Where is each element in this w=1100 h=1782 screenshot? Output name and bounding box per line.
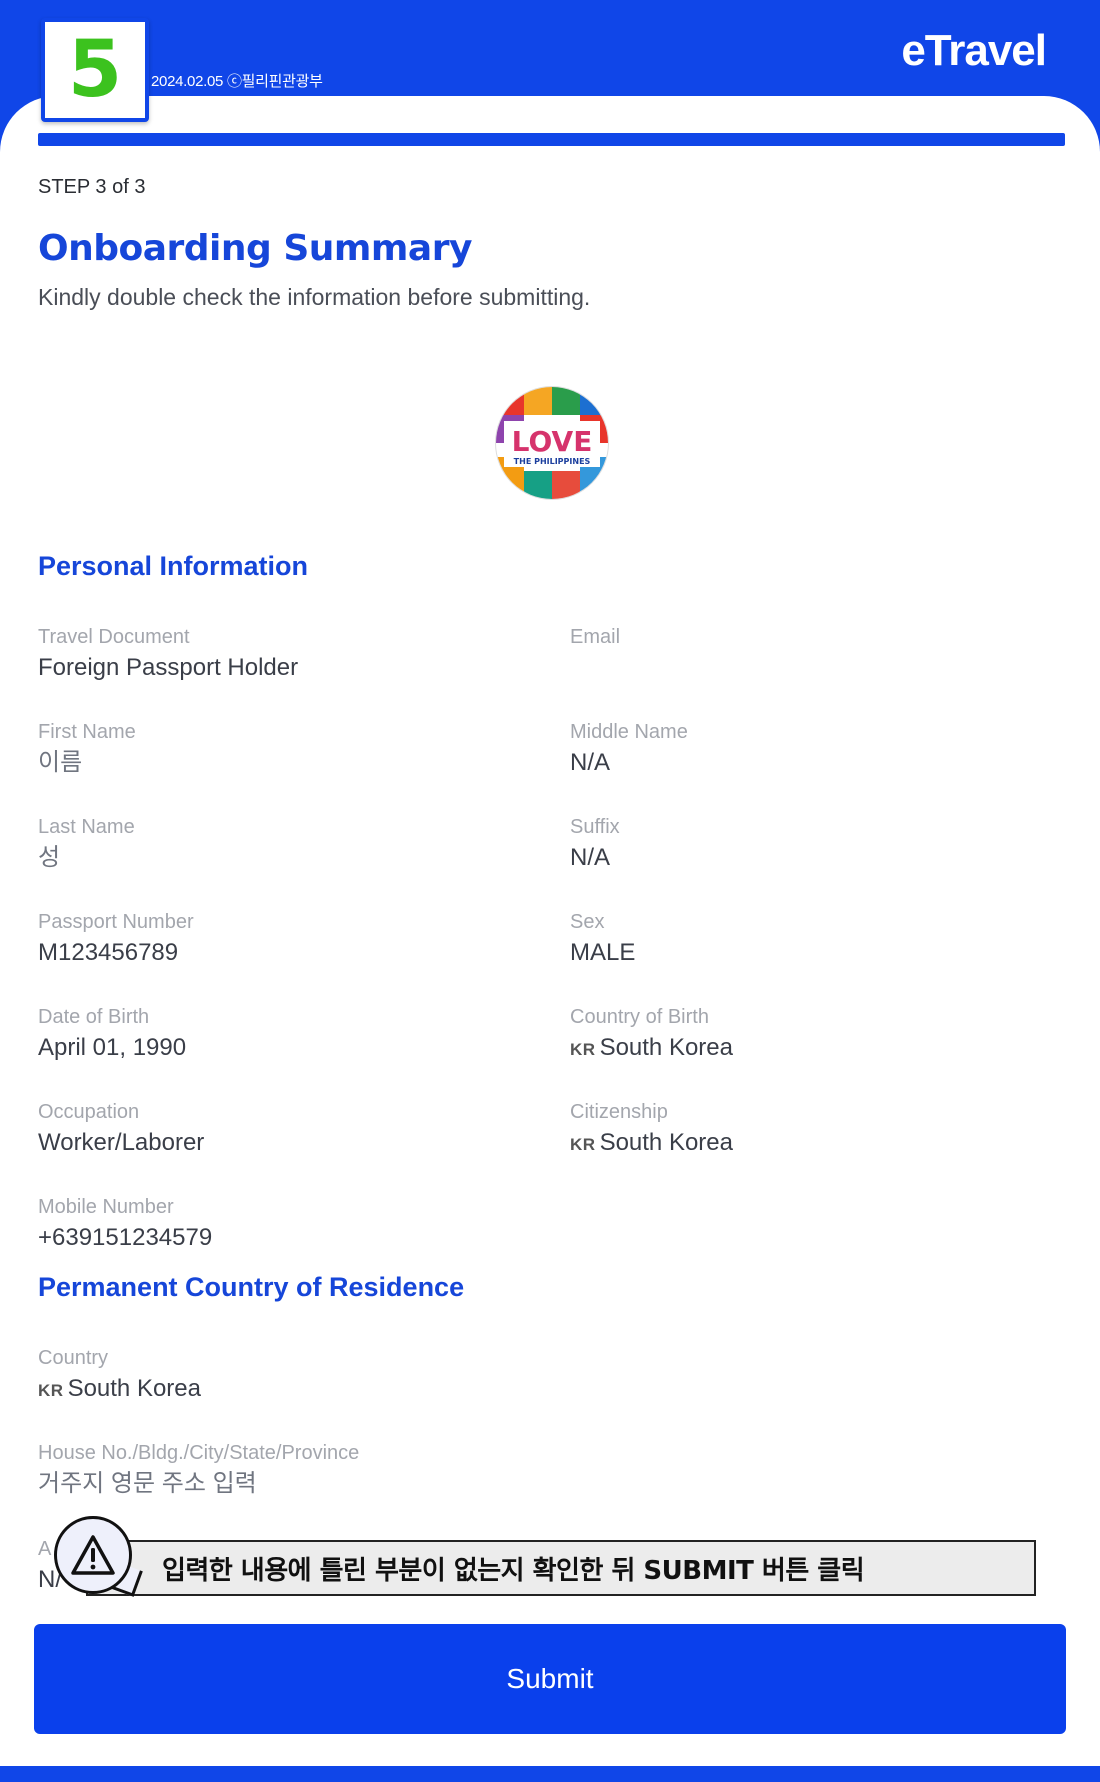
field-label: House No./Bldg./City/State/Province: [38, 1442, 360, 1464]
page-subtitle: Kindly double check the information befo…: [38, 284, 591, 310]
instruction-callout: 입력한 내용에 틀린 부분이 없는지 확인한 뒤 SUBMIT 버튼 클릭: [86, 1540, 1036, 1596]
field-label: Last Name: [38, 816, 135, 838]
field-value: M123456789: [38, 939, 179, 966]
warning-icon: [54, 1516, 132, 1594]
field-travel-document: Travel Document Foreign Passport Holder: [38, 624, 298, 684]
love-the-philippines-logo: LOVE THE PHILIPPINES: [496, 387, 608, 499]
field-value: [570, 652, 620, 684]
logo-love-text: LOVE: [512, 425, 593, 458]
field-label: Email: [570, 626, 621, 648]
field-label: Citizenship: [570, 1101, 668, 1123]
field-value: 이름: [38, 749, 83, 776]
field-label: Country of Birth: [570, 1006, 709, 1028]
submit-button[interactable]: Submit: [34, 1624, 1066, 1734]
field-country-of-birth: Country of Birth KR South Korea: [570, 1004, 733, 1064]
field-label: Mobile Number: [38, 1196, 174, 1218]
field-value: MALE: [570, 939, 636, 966]
field-value-row: KR South Korea: [570, 1032, 733, 1064]
field-value: South Korea: [599, 1034, 733, 1061]
field-label: Suffix: [570, 816, 620, 838]
field-residence-country: Country KR South Korea: [38, 1345, 201, 1405]
section-title-residence: Permanent Country of Residence: [38, 1272, 465, 1302]
field-label: Middle Name: [570, 721, 688, 743]
field-middle-name: Middle Name N/A: [570, 719, 688, 779]
step-number-badge: 5: [41, 18, 149, 122]
field-value: 성: [38, 844, 61, 871]
field-value: +639151234579: [38, 1224, 213, 1251]
instruction-text: 입력한 내용에 틀린 부분이 없는지 확인한 뒤 SUBMIT 버튼 클릭: [162, 1555, 865, 1586]
step-label: STEP 3 of 3: [38, 176, 146, 198]
field-value: South Korea: [67, 1375, 201, 1402]
field-value: N/A: [570, 749, 611, 776]
field-email: Email: [570, 624, 620, 684]
bottom-band: [0, 1768, 1100, 1782]
date-credit: 2024.02.05 ⓒ필리핀관광부: [151, 73, 323, 90]
field-label: First Name: [38, 721, 136, 743]
field-label: Date of Birth: [38, 1006, 150, 1028]
progress-bar: [38, 133, 1065, 146]
field-mobile-number: Mobile Number +639151234579: [38, 1194, 212, 1254]
field-occupation: Occupation Worker/Laborer: [38, 1099, 204, 1159]
field-value-row: KR South Korea: [38, 1373, 201, 1405]
etravel-logo: eTravel: [901, 26, 1047, 75]
field-value: Worker/Laborer: [38, 1129, 205, 1156]
kr-flag-icon: KR: [570, 1135, 596, 1154]
field-suffix: Suffix N/A: [570, 814, 620, 874]
field-label: Sex: [570, 911, 605, 933]
field-value-row: KR South Korea: [570, 1127, 733, 1159]
field-label: Occupation: [38, 1101, 140, 1123]
field-label-partial: A: [38, 1538, 52, 1560]
field-label: Travel Document: [38, 626, 190, 648]
logo-sub-text: THE PHILIPPINES: [514, 457, 591, 466]
field-last-name: Last Name 성: [38, 814, 135, 874]
field-value: N/A: [570, 844, 611, 871]
field-value: April 01, 1990: [38, 1034, 187, 1061]
field-label: Passport Number: [38, 911, 194, 933]
section-title-personal: Personal Information: [38, 551, 309, 581]
field-residence-address: House No./Bldg./City/State/Province 거주지 …: [38, 1440, 359, 1500]
field-sex: Sex MALE: [570, 909, 635, 969]
field-first-name: First Name 이름: [38, 719, 136, 779]
field-label: Country: [38, 1347, 109, 1369]
field-value: South Korea: [599, 1129, 733, 1156]
field-value: Foreign Passport Holder: [38, 654, 299, 681]
kr-flag-icon: KR: [38, 1381, 64, 1400]
kr-flag-icon: KR: [570, 1040, 596, 1059]
page-title: Onboarding Summary: [38, 228, 472, 269]
field-passport-number: Passport Number M123456789: [38, 909, 194, 969]
field-citizenship: Citizenship KR South Korea: [570, 1099, 733, 1159]
field-value: 거주지 영문 주소 입력: [38, 1470, 257, 1497]
field-date-of-birth: Date of Birth April 01, 1990: [38, 1004, 186, 1064]
